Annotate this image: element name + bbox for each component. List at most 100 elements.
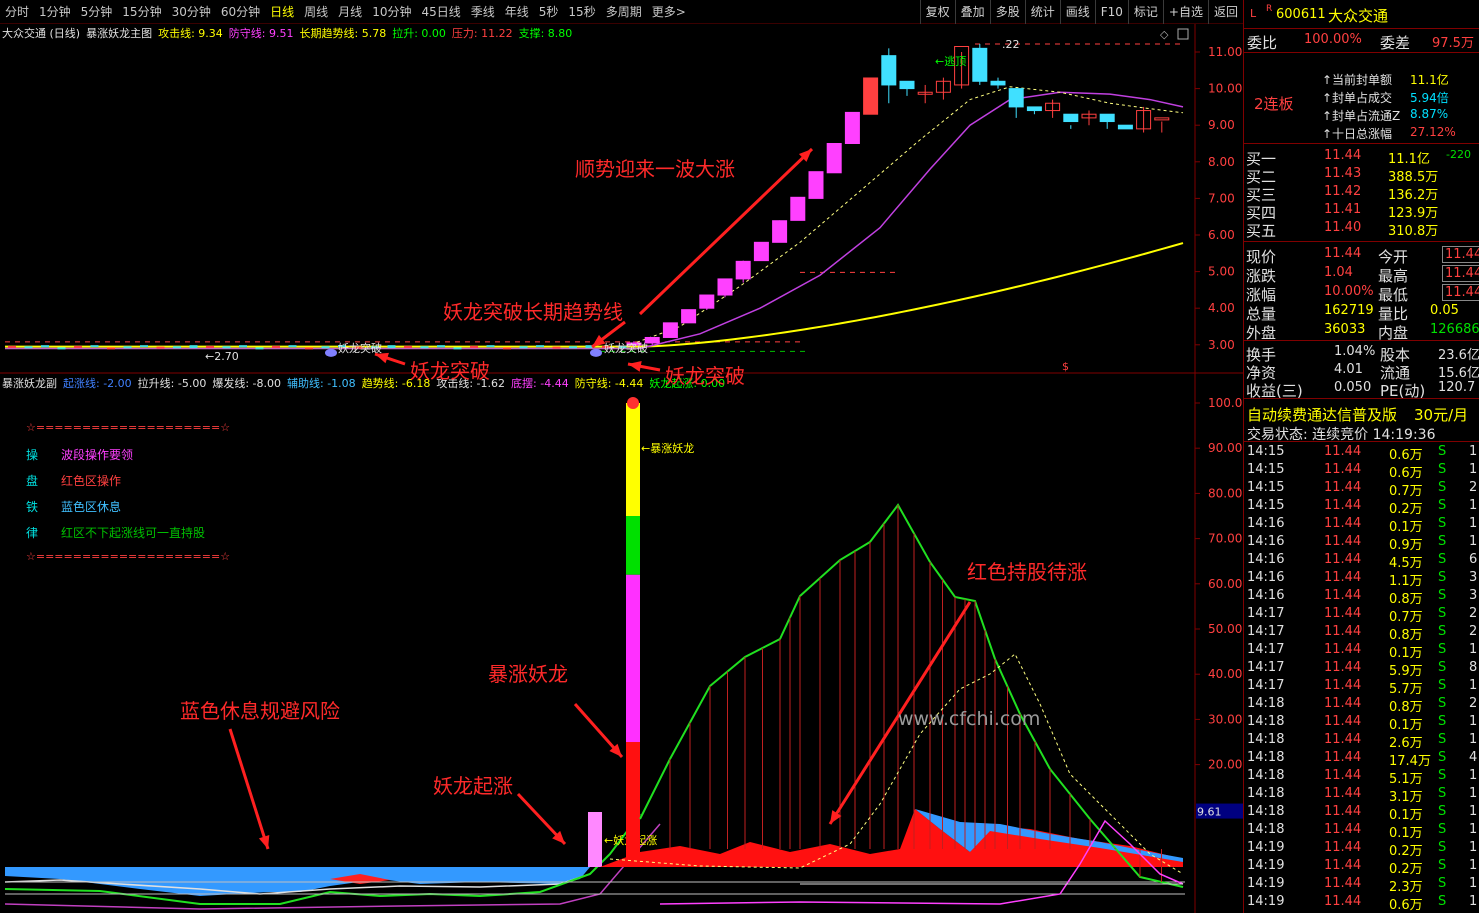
candle	[972, 47, 988, 82]
period-tab[interactable]: 15分钟	[117, 3, 166, 20]
tick-row: 14:17 11.44 0.8万 S 2	[1244, 623, 1479, 643]
panel-cell: 14:18	[1247, 696, 1285, 711]
separator	[1244, 241, 1479, 242]
candle	[681, 309, 697, 324]
period-tab[interactable]: 分时	[0, 3, 34, 20]
panel-cell: S	[1438, 552, 1447, 567]
tick-row: 14:18 11.44 0.8万 S 2	[1244, 695, 1479, 715]
candle	[470, 345, 478, 348]
tool-button[interactable]: 叠加	[954, 0, 990, 24]
panel-cell: S	[1438, 660, 1447, 675]
period-tab[interactable]: 周线	[299, 3, 333, 20]
panel-cell: 11.44	[1324, 750, 1362, 765]
candle	[305, 347, 313, 350]
tool-button[interactable]: 复权	[919, 0, 955, 24]
panel-cell: 11.44	[1324, 462, 1362, 477]
sub-axis-label: 50.00	[1208, 622, 1242, 636]
panel-cell: 8	[1469, 660, 1478, 675]
panel-cell: 14:18	[1247, 732, 1285, 747]
panel-cell: 11.1亿	[1410, 73, 1449, 87]
panel-cell: S	[1438, 678, 1447, 693]
tool-button[interactable]: 统计	[1024, 0, 1060, 24]
sub-chart-canvas: 100.0 90.00 80.00 70.00 60.00 50.00 40.00 30.00…	[4, 374, 1243, 913]
candle	[772, 220, 788, 243]
period-tab[interactable]: 季线	[466, 3, 500, 20]
tool-button[interactable]: 画线	[1059, 0, 1095, 24]
legend-key: 盘	[26, 474, 39, 488]
panel-cell: 11.44	[1324, 642, 1362, 657]
panel-cell: S	[1438, 804, 1447, 819]
period-tab[interactable]: 1分钟	[34, 3, 76, 20]
candle	[536, 345, 544, 348]
panel-cell: S	[1438, 750, 1447, 765]
candle	[74, 345, 82, 348]
r-marker: R	[1266, 4, 1273, 14]
candle	[844, 111, 860, 144]
surge-top-marker	[627, 397, 639, 409]
panel-cell: 8.87%	[1410, 107, 1449, 121]
period-tab[interactable]: 60分钟	[216, 3, 265, 20]
panel-cell: 1	[1469, 462, 1478, 477]
candle	[288, 345, 297, 348]
period-tab[interactable]: 月线	[333, 3, 367, 20]
panel-cell: 14:17	[1247, 606, 1285, 621]
period-tab[interactable]: 30分钟	[167, 3, 216, 20]
tick-row: 14:15 11.44 0.6万 S 1	[1244, 461, 1479, 481]
panel-cell: ↑当前封单额	[1322, 73, 1393, 87]
tick-row: 14:16 11.44 0.8万 S 3	[1244, 587, 1479, 607]
annotation-surge: 暴涨妖龙	[488, 662, 568, 686]
price-axis-label: 10.00	[1208, 82, 1242, 96]
panel-cell: 6	[1469, 552, 1478, 567]
panel-cell: 11.44	[1324, 606, 1362, 621]
tool-button[interactable]: F10	[1094, 0, 1128, 24]
tool-button[interactable]: 返回	[1207, 0, 1243, 24]
tick-row: 14:15 11.44 0.7万 S 2	[1244, 479, 1479, 499]
period-tab[interactable]: 5秒	[534, 3, 564, 20]
ad-price: 30元/月	[1414, 406, 1469, 424]
watermark: www.cfchi.com	[898, 708, 1041, 730]
tick-row: 14:18 11.44 3.1万 S 1	[1244, 785, 1479, 805]
candle	[1063, 113, 1079, 123]
panel-cell: 14:16	[1247, 516, 1285, 531]
arrow-break-2	[627, 361, 661, 372]
period-tab[interactable]: 更多>	[647, 3, 691, 20]
panel-cell: 11.44	[1324, 894, 1362, 909]
panel-cell: S	[1438, 570, 1447, 585]
seal-info-row: ↑当前封单额 11.1亿	[1244, 70, 1479, 88]
tick-row: 14:18 11.44 0.1万 S 1	[1244, 821, 1479, 841]
panel-cell: 3	[1469, 588, 1478, 603]
surge-bar-segment	[626, 516, 640, 575]
breakthrough-marker	[590, 348, 602, 357]
period-tab[interactable]: 日线	[265, 3, 299, 20]
tool-button[interactable]: 多股	[989, 0, 1025, 24]
legend-text: 红色区操作	[61, 474, 122, 488]
candle	[808, 171, 824, 199]
tool-button[interactable]: 标记	[1127, 0, 1163, 24]
tick-row: 14:16 11.44 0.9万 S 1	[1244, 533, 1479, 553]
sub-axis-label: 40.00	[1208, 667, 1242, 681]
panel-cell: 11.40	[1324, 220, 1362, 235]
panel-cell: 11.44	[1324, 570, 1362, 585]
period-tab[interactable]: 多周期	[601, 3, 647, 20]
period-tab[interactable]: 15秒	[563, 3, 600, 20]
separator	[1244, 340, 1479, 341]
period-tab[interactable]: 45日线	[416, 3, 465, 20]
panel-cell: 14:18	[1247, 768, 1285, 783]
arrow-shaft	[228, 728, 270, 850]
tick-row: 14:16 11.44 4.5万 S 6	[1244, 551, 1479, 571]
separator	[1244, 398, 1479, 399]
period-tab[interactable]: 年线	[500, 3, 534, 20]
tool-button[interactable]: +自选	[1162, 0, 1208, 24]
candle	[826, 143, 842, 174]
buy-row: 买五 11.40 310.8万	[1244, 219, 1479, 240]
candle	[899, 80, 915, 90]
surge-label: ←暴涨妖龙	[641, 441, 694, 455]
panel-cell: 11.43	[1324, 166, 1362, 181]
sub-chart[interactable]: 暴涨妖龙副 起涨线: -2.00 拉升线: -5.00 爆发线: -8.00 辅助线:…	[0, 374, 1243, 913]
candle	[503, 347, 511, 350]
period-tab[interactable]: 10分钟	[367, 3, 416, 20]
sub-axis-label: 70.00	[1208, 532, 1242, 546]
panel-cell: 14:15	[1247, 462, 1285, 477]
candle	[486, 345, 495, 348]
period-tab[interactable]: 5分钟	[76, 3, 118, 20]
